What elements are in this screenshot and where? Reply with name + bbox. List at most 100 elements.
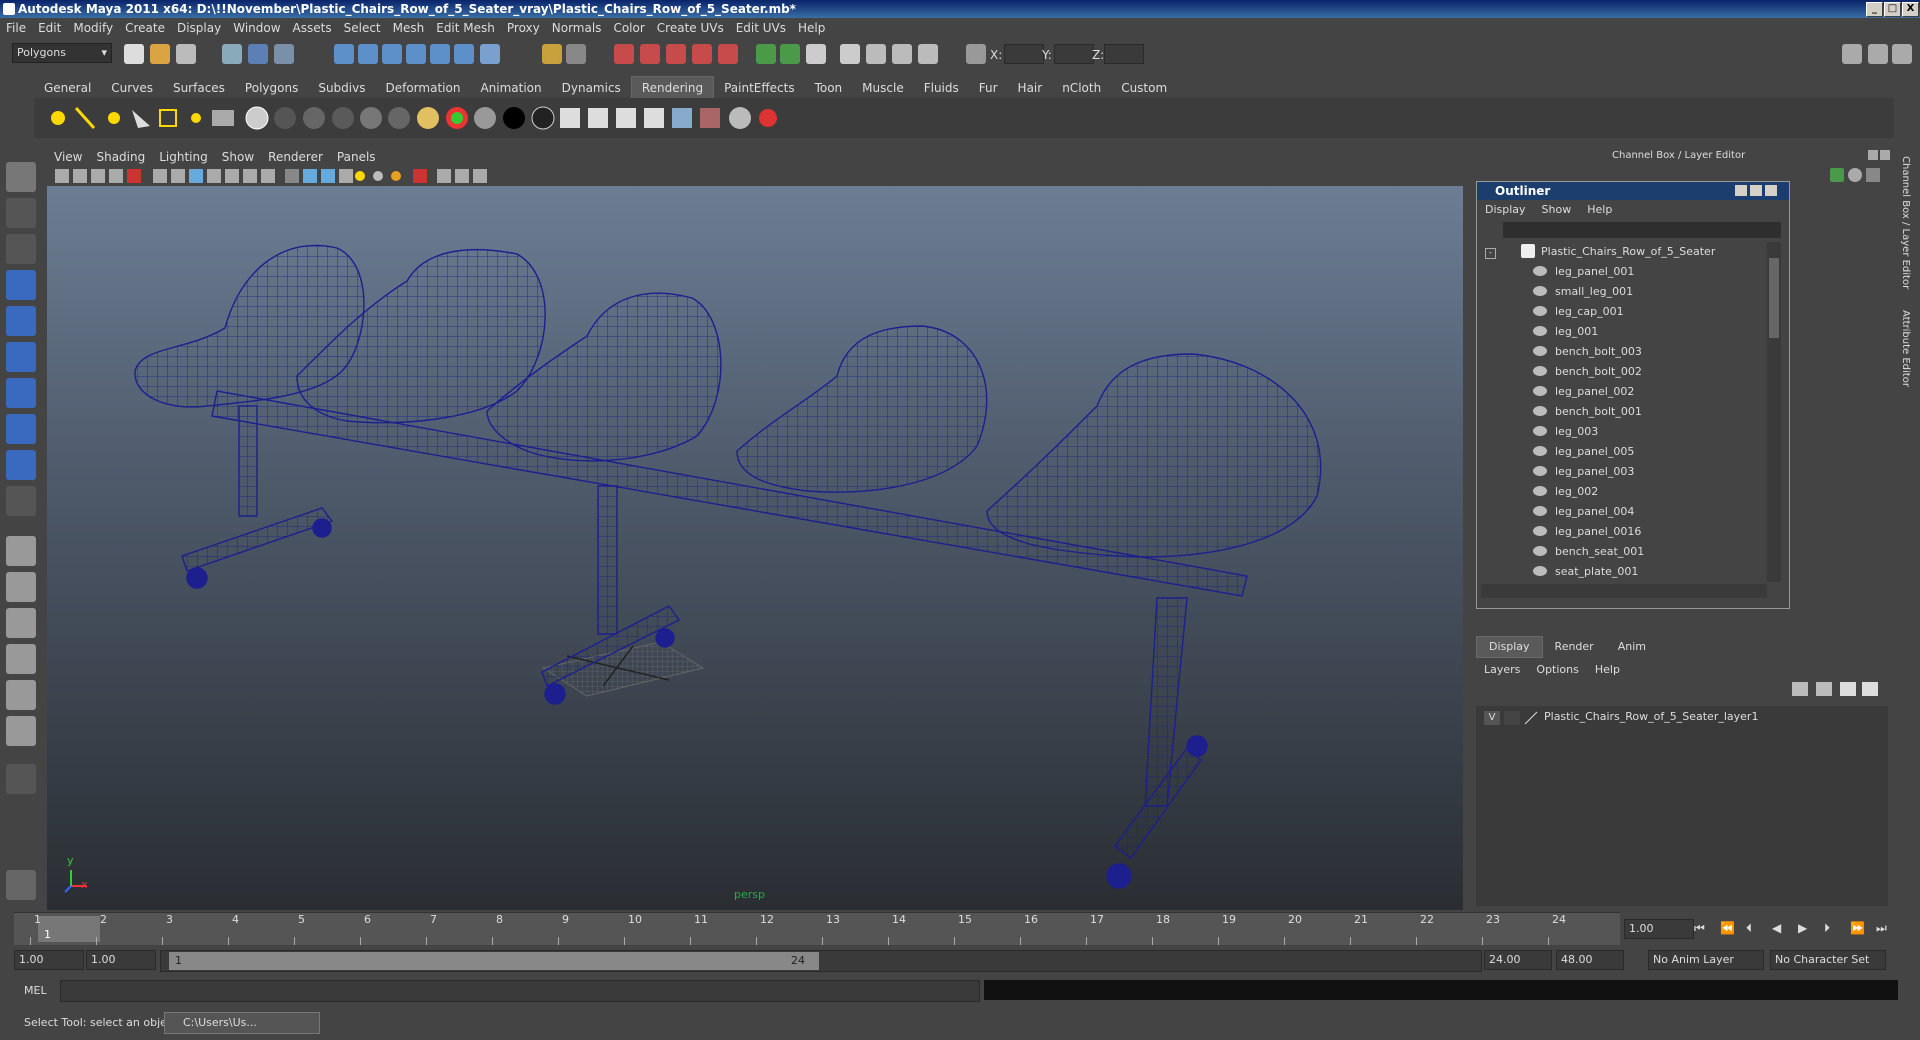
film-gate-icon[interactable] — [171, 169, 185, 183]
assign-shader-icon[interactable] — [644, 108, 664, 128]
scrollbar-thumb[interactable] — [1769, 258, 1779, 338]
snap-grid-icon[interactable] — [334, 44, 354, 64]
xray-joints-icon[interactable] — [455, 169, 469, 183]
render-frame-icon[interactable] — [840, 44, 860, 64]
tab-anim[interactable]: Anim — [1606, 637, 1658, 657]
grid-toggle-icon[interactable] — [153, 169, 167, 183]
play-forwards-icon[interactable]: ▶ — [1798, 921, 1807, 935]
relative-mode-icon[interactable] — [780, 44, 800, 64]
collapse-toggle-icon[interactable]: - — [1485, 248, 1496, 259]
volume-light-icon[interactable] — [191, 113, 201, 123]
step-forward-key-icon[interactable]: ⏵ — [1824, 921, 1830, 936]
select-tool-icon[interactable] — [6, 162, 36, 192]
persp-graph-layout-icon[interactable] — [6, 644, 36, 674]
spot-light-icon[interactable] — [132, 110, 150, 128]
gate-mask-icon[interactable] — [207, 169, 221, 183]
render-sequence-icon[interactable] — [918, 44, 938, 64]
outliner-horizontal-scrollbar[interactable] — [1481, 584, 1767, 598]
snap-view-plane-icon[interactable] — [406, 44, 426, 64]
layer-visibility-toggle[interactable]: V — [1484, 711, 1500, 725]
outliner-filter-field[interactable] — [1503, 222, 1781, 238]
shelf-tab-toon[interactable]: Toon — [805, 77, 853, 99]
move-tool-icon[interactable] — [6, 270, 36, 300]
black-ball-icon[interactable] — [503, 107, 525, 129]
x-field[interactable] — [1004, 44, 1044, 64]
shelf-tab-surfaces[interactable]: Surfaces — [163, 77, 235, 99]
select-component-icon[interactable] — [274, 44, 294, 64]
batch-render-icon[interactable] — [700, 108, 720, 128]
outliner-maximize-button[interactable] — [1750, 185, 1762, 196]
shelf-tab-subdivs[interactable]: Subdivs — [308, 77, 375, 99]
save-scene-icon[interactable] — [176, 44, 196, 64]
default-lighting-icon[interactable] — [355, 171, 365, 181]
play-backwards-icon[interactable]: ◀ — [1772, 921, 1781, 935]
rotate-tool-icon[interactable] — [6, 306, 36, 336]
camera-icon[interactable] — [212, 110, 234, 126]
menu-display[interactable]: Display — [171, 18, 227, 38]
go-to-end-icon[interactable]: ⏭ — [1876, 921, 1887, 936]
go-to-start-icon[interactable]: ⏮ — [1694, 921, 1705, 936]
menu-help[interactable]: Help — [792, 18, 831, 38]
ipr-render-icon[interactable] — [566, 44, 586, 64]
open-scene-icon[interactable] — [150, 44, 170, 64]
layer-menu-help[interactable]: Help — [1587, 663, 1628, 676]
gray-ball-icon[interactable] — [474, 107, 496, 129]
tab-display[interactable]: Display — [1476, 636, 1543, 658]
menu-proxy[interactable]: Proxy — [501, 18, 546, 38]
close-button[interactable]: X — [1902, 2, 1919, 17]
shelf-tab-fluids[interactable]: Fluids — [914, 77, 969, 99]
panel-float-icon[interactable] — [1868, 150, 1878, 160]
mode-selector[interactable]: Polygons ▾ — [12, 43, 112, 63]
select-object-icon[interactable] — [248, 44, 268, 64]
y-field[interactable] — [1054, 44, 1094, 64]
shelf-tab-custom[interactable]: Custom — [1111, 77, 1177, 99]
shelf-tab-general[interactable]: General — [34, 77, 101, 99]
layer-color-icon[interactable] — [1524, 711, 1538, 725]
render-view-shelf-icon[interactable] — [672, 108, 692, 128]
isolate-select-icon[interactable] — [413, 169, 427, 183]
layer-row[interactable]: V Plastic_Chairs_Row_of_5_Seater_layer1 — [1480, 708, 1884, 728]
move-layer-down-icon[interactable] — [1862, 682, 1878, 696]
outliner-menu-display[interactable]: Display — [1477, 200, 1534, 220]
color-ramp-icon[interactable] — [446, 107, 468, 129]
viewport-menu-shading[interactable]: Shading — [89, 148, 152, 166]
lambert-icon[interactable] — [274, 107, 296, 129]
wireframe-on-shaded-icon[interactable] — [321, 169, 335, 183]
snap-curve-icon[interactable] — [358, 44, 378, 64]
menu-modify[interactable]: Modify — [67, 18, 119, 38]
menu-file[interactable]: File — [0, 18, 32, 38]
tab-render[interactable]: Render — [1543, 637, 1606, 657]
rename-icon[interactable] — [806, 44, 826, 64]
phongE-icon[interactable] — [332, 107, 354, 129]
outliner-root-item[interactable]: Plastic_Chairs_Row_of_5_Seater — [1541, 242, 1715, 262]
scale-tool-icon[interactable] — [6, 342, 36, 372]
menu-create-uvs[interactable]: Create UVs — [651, 18, 730, 38]
hypershade-shelf-icon[interactable] — [729, 107, 751, 129]
area-light-icon[interactable] — [159, 109, 177, 127]
paint-select-tool-icon[interactable] — [6, 234, 36, 264]
shelf-tab-ncloth[interactable]: nCloth — [1052, 77, 1111, 99]
layer-menu-layers[interactable]: Layers — [1476, 663, 1528, 676]
wireframe-icon[interactable] — [285, 169, 299, 183]
outliner-minimize-button[interactable] — [1735, 185, 1747, 196]
viewport-menu-view[interactable]: View — [47, 148, 89, 166]
construction-history-icon[interactable] — [614, 44, 634, 64]
shelf-tab-deformation[interactable]: Deformation — [375, 77, 470, 99]
current-time-field[interactable]: 1.00 — [1624, 919, 1694, 939]
lasso-tool-icon[interactable] — [6, 198, 36, 228]
layer-type-toggle[interactable] — [1504, 711, 1520, 725]
render-settings-icon[interactable] — [640, 44, 660, 64]
shelf-tab-rendering[interactable]: Rendering — [630, 76, 715, 99]
create-texture-icon[interactable] — [560, 108, 580, 128]
new-layer-empty-icon[interactable] — [1792, 682, 1808, 696]
dark-ball-icon[interactable] — [531, 106, 555, 130]
outliner-vertical-scrollbar[interactable] — [1767, 242, 1781, 582]
menu-normals[interactable]: Normals — [546, 18, 608, 38]
transform-numeric-icon[interactable] — [966, 44, 986, 64]
outliner-menu-help[interactable]: Help — [1579, 200, 1620, 220]
shelf-tab-muscle[interactable]: Muscle — [852, 77, 914, 99]
playback-start-field[interactable]: 1.00 — [86, 950, 156, 970]
character-set-selector[interactable]: No Character Set — [1770, 950, 1886, 970]
channel-box-toggle-icon[interactable] — [1892, 44, 1912, 64]
attribute-editor-toggle-icon[interactable] — [1842, 44, 1862, 64]
